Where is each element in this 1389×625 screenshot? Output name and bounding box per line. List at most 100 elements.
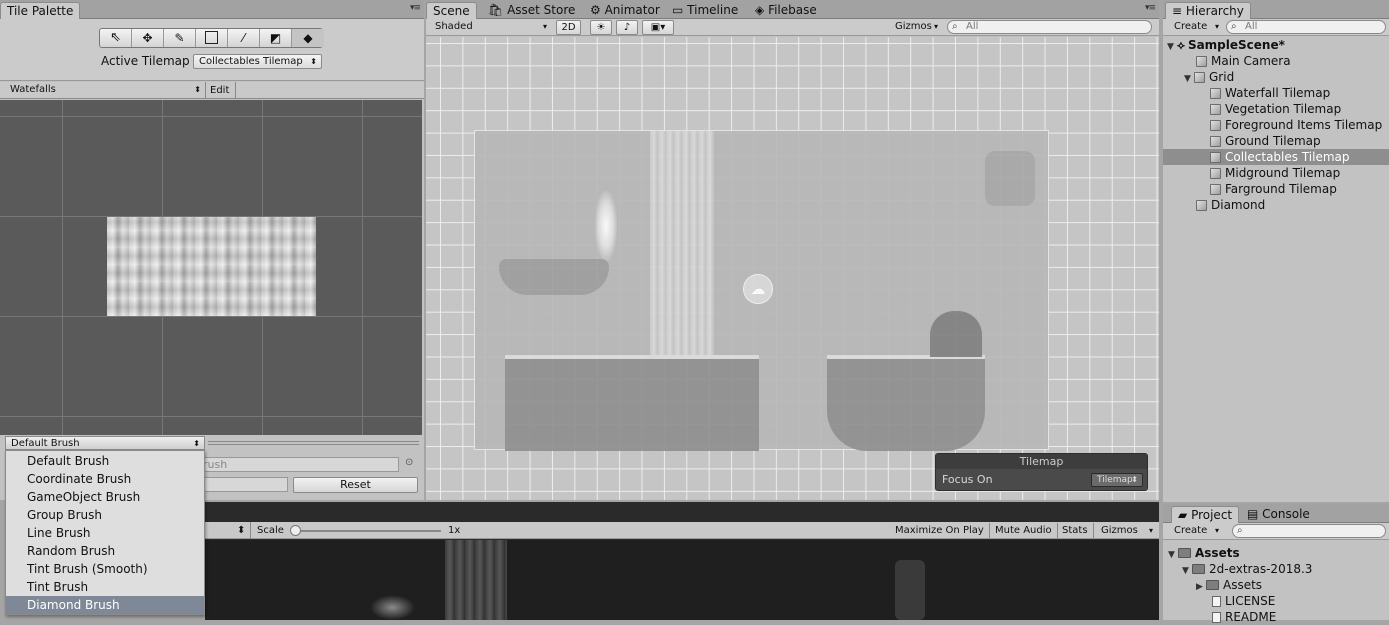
hierarchy-item-diamond[interactable]: Diamond — [1163, 197, 1389, 213]
scale-slider-track[interactable] — [293, 530, 441, 532]
hierarchy-item-label: Farground Tilemap — [1225, 182, 1337, 196]
project-item-license[interactable]: LICENSE — [1163, 593, 1389, 609]
lighting-icon[interactable]: ☀ — [590, 20, 612, 35]
focus-on-dropdown[interactable]: Tilemap ⬍ — [1091, 473, 1143, 487]
brush-option-random[interactable]: Random Brush — [6, 542, 204, 560]
tab-hierarchy[interactable]: ≡ Hierarchy — [1165, 2, 1251, 19]
tab-console[interactable]: ▤ Console — [1241, 506, 1316, 523]
create-label: Create — [1174, 21, 1208, 32]
panel-menu-icon[interactable]: ▾≡ — [410, 3, 421, 13]
hierarchy-item-ground-tilemap[interactable]: Ground Tilemap — [1163, 133, 1389, 149]
audio-icon[interactable]: ♪ — [616, 20, 638, 35]
active-tilemap-dropdown[interactable]: Collectables Tilemap ⬍ — [193, 54, 322, 69]
folder-tab-icon: ▰ — [1178, 508, 1188, 522]
project-item-assets-sub[interactable]: ▶ Assets — [1163, 577, 1389, 593]
eraser-icon[interactable]: ◩ — [260, 29, 292, 47]
project-item-assets[interactable]: ▼ Assets — [1163, 545, 1389, 561]
gizmos-arrow-icon[interactable]: ▾ — [1149, 523, 1153, 538]
edit-button[interactable]: Edit — [210, 83, 229, 98]
display-dropdown-arrow-icon[interactable]: ⬍ — [237, 523, 245, 538]
palette-row: Watefalls ⬍ Edit — [0, 82, 424, 99]
tab-filebase[interactable]: ◈ Filebase — [749, 2, 823, 19]
hierarchy-tree: ▼ ⟡ SampleScene* Main Camera ▼ Grid Waterfa… — [1163, 37, 1389, 502]
gameobject-icon — [1210, 184, 1221, 195]
2d-toggle-button[interactable]: 2D — [556, 20, 581, 35]
project-create-dropdown[interactable]: Create ▾ — [1169, 524, 1223, 539]
focus-on-label: Focus On — [942, 473, 993, 486]
search-icon: ⌕ — [952, 21, 958, 32]
game-viewport[interactable] — [205, 540, 1159, 620]
tab-scene[interactable]: Scene — [426, 2, 477, 19]
maximize-on-play-button[interactable]: Maximize On Play — [895, 523, 990, 538]
brush-object-field[interactable]: rush — [200, 457, 399, 472]
tab-project[interactable]: ▰ Project — [1171, 506, 1240, 523]
project-item-label: Assets — [1195, 546, 1240, 560]
fill-icon[interactable]: ◆ — [292, 29, 324, 47]
brush-option-coordinate[interactable]: Coordinate Brush — [6, 470, 204, 488]
brush-option-group[interactable]: Group Brush — [6, 506, 204, 524]
scale-slider-handle[interactable] — [290, 525, 301, 536]
tab-timeline[interactable]: ▭ Timeline — [666, 2, 744, 19]
project-search-input[interactable]: ⌕ — [1232, 524, 1386, 538]
hierarchy-item-waterfall-tilemap[interactable]: Waterfall Tilemap — [1163, 85, 1389, 101]
gizmos-dropdown[interactable]: Gizmos ▾ — [890, 20, 942, 35]
diamond-gizmo-icon[interactable]: ☁ — [743, 274, 773, 304]
stats-button[interactable]: Stats — [1062, 523, 1094, 538]
hierarchy-create-dropdown[interactable]: Create ▾ — [1169, 20, 1223, 35]
object-picker-icon[interactable]: ⊙ — [405, 457, 413, 468]
hierarchy-item-label: Midground Tilemap — [1225, 166, 1341, 180]
panel-menu-icon[interactable]: ▾≡ — [1145, 3, 1156, 13]
effects-icon[interactable]: ▣▾ — [642, 20, 674, 35]
gameobject-icon — [1196, 56, 1207, 67]
brush-field[interactable] — [200, 477, 288, 492]
focus-on-value: Tilemap — [1097, 475, 1133, 485]
shading-mode-dropdown[interactable]: Shaded ▾ — [430, 20, 551, 35]
mute-audio-button[interactable]: Mute Audio — [995, 523, 1058, 538]
project-item-2d-extras[interactable]: ▼ 2d-extras-2018.3 — [1163, 561, 1389, 577]
palette-grid[interactable] — [0, 100, 422, 435]
brush-option-default[interactable]: Default Brush — [6, 452, 204, 470]
dropdown-arrow-icon: ▾ — [542, 22, 547, 31]
gizmos-button[interactable]: Gizmos — [1101, 523, 1138, 538]
dropdown-arrow-icon: ⬍ — [310, 57, 317, 66]
hierarchy-item-midground-tilemap[interactable]: Midground Tilemap — [1163, 165, 1389, 181]
paint-brush-icon[interactable]: ✎ — [164, 29, 196, 47]
hierarchy-item-collectables-tilemap[interactable]: Collectables Tilemap — [1163, 149, 1389, 165]
tab-tile-palette[interactable]: Tile Palette — [0, 2, 81, 19]
light-glow — [595, 191, 617, 261]
picker-icon[interactable]: ⁄ — [228, 29, 260, 47]
hierarchy-search-input[interactable]: ⌕ All — [1226, 20, 1386, 34]
select-tool-icon[interactable]: ⇖ — [100, 29, 132, 47]
tab-animator[interactable]: ⚙ Animator — [584, 2, 666, 19]
hierarchy-item-vegetation-tilemap[interactable]: Vegetation Tilemap — [1163, 101, 1389, 117]
scene-root[interactable]: ▼ ⟡ SampleScene* — [1163, 37, 1389, 53]
scene-search-input[interactable]: ⌕ All — [947, 20, 1152, 34]
gameobject-icon — [1194, 72, 1205, 83]
divider — [205, 82, 206, 99]
gameobject-icon — [1210, 88, 1221, 99]
tab-asset-store-label: Asset Store — [507, 3, 576, 17]
brush-option-tint[interactable]: Tint Brush — [6, 578, 204, 596]
waterfall-tile[interactable] — [107, 217, 316, 316]
tab-asset-store[interactable]: 🛍 Asset Store — [482, 2, 581, 19]
brush-option-line[interactable]: Line Brush — [6, 524, 204, 542]
move-tool-icon[interactable]: ✥ — [132, 29, 164, 47]
scene-tabbar: Scene 🛍 Asset Store ⚙ Animator ▭ Timelin… — [426, 0, 1159, 19]
folder-icon — [1206, 580, 1219, 590]
brush-option-tint-smooth[interactable]: Tint Brush (Smooth) — [6, 560, 204, 578]
hierarchy-item-farground-tilemap[interactable]: Farground Tilemap — [1163, 181, 1389, 197]
project-item-readme[interactable]: README — [1163, 609, 1389, 625]
console-icon: ▤ — [1247, 507, 1259, 521]
hierarchy-item-grid[interactable]: ▼ Grid — [1163, 69, 1389, 85]
box-fill-icon[interactable] — [196, 29, 228, 47]
hierarchy-item-main-camera[interactable]: Main Camera — [1163, 53, 1389, 69]
brush-dropdown[interactable]: Default Brush ⬍ — [5, 436, 205, 450]
reset-button[interactable]: Reset — [293, 477, 418, 493]
brush-option-diamond[interactable]: Diamond Brush — [6, 596, 204, 614]
tilemap-overlay-title: Tilemap — [936, 454, 1147, 469]
game-toolbar: ⬍ Scale 1x Maximize On Play Mute Audio S… — [205, 522, 1159, 539]
hierarchy-item-foreground-items-tilemap[interactable]: Foreground Items Tilemap — [1163, 117, 1389, 133]
scene-viewport[interactable]: ☁ Tilemap Focus On Tilemap ⬍ — [426, 37, 1159, 500]
palette-dropdown[interactable]: Watefalls ⬍ — [5, 83, 205, 98]
brush-option-gameobject[interactable]: GameObject Brush — [6, 488, 204, 506]
